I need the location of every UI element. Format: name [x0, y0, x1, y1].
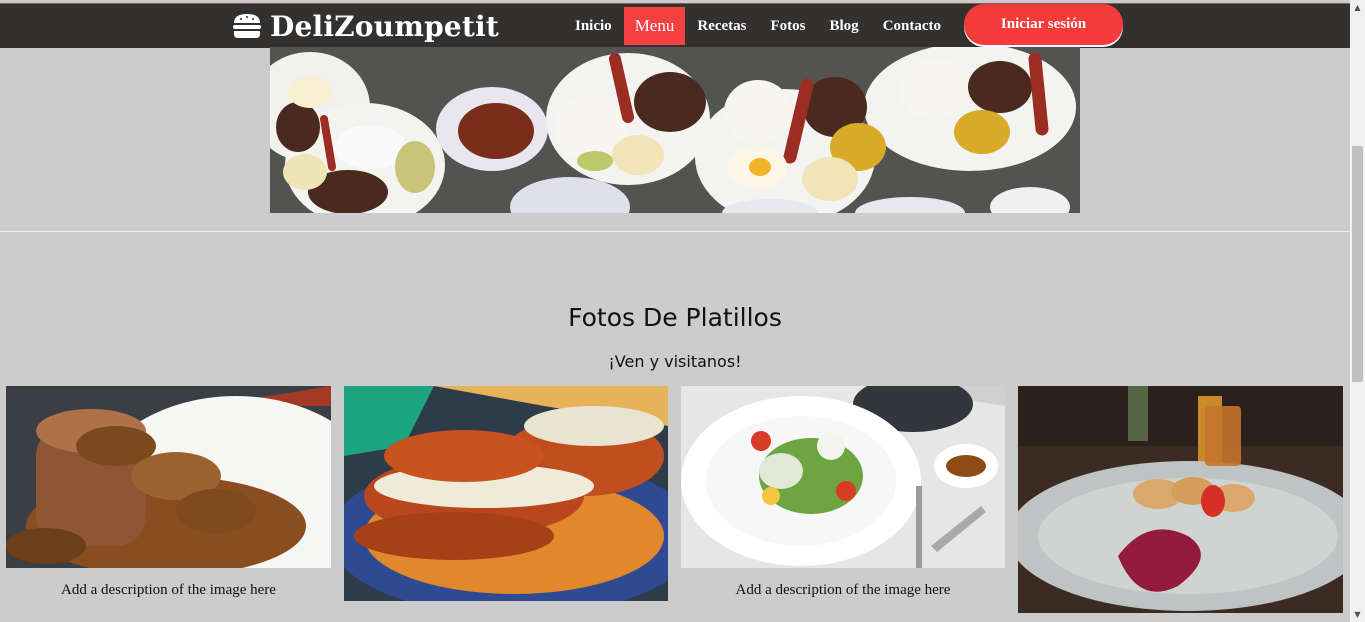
dish-photo-shrimp [1018, 386, 1343, 613]
nav-item-fotos[interactable]: Fotos [759, 7, 818, 45]
image-caption: Add a description of the image here [735, 582, 951, 598]
gallery-item[interactable] [1018, 386, 1343, 613]
gallery-item[interactable]: Add a description of the image here [681, 386, 1005, 598]
main-nav: Inicio Menu Recetas Fotos Blog Contacto [563, 7, 953, 45]
login-button[interactable]: Iniciar sesión [964, 4, 1123, 45]
nav-item-inicio[interactable]: Inicio [563, 7, 624, 45]
nav-item-blog[interactable]: Blog [818, 7, 871, 45]
scroll-thumb[interactable] [1352, 146, 1363, 382]
dish-photo-steak [6, 386, 331, 568]
nav-item-menu[interactable]: Menu [623, 7, 686, 45]
brand-name: DeliZoumpetit [270, 9, 499, 43]
gallery-item[interactable]: Add a description of the image here [6, 386, 331, 598]
burger-icon [233, 14, 261, 38]
gallery-item[interactable] [344, 386, 668, 601]
section-subtitle: ¡Ven y visitanos! [608, 352, 742, 371]
section-divider [0, 231, 1350, 232]
image-caption: Add a description of the image here [61, 582, 276, 598]
nav-item-contacto[interactable]: Contacto [871, 7, 953, 45]
scroll-up-arrow-icon[interactable]: ▲ [1350, 0, 1365, 15]
brand-logo[interactable]: DeliZoumpetit [232, 9, 499, 43]
scroll-down-arrow-icon[interactable]: ▼ [1350, 607, 1365, 622]
hero-image [270, 47, 1080, 213]
dish-photo-pambazos [344, 386, 668, 601]
dish-photo-salad [681, 386, 1005, 568]
section-title: Fotos De Platillos [568, 303, 782, 332]
page-scrollbar[interactable]: ▲ ▼ [1350, 0, 1365, 622]
nav-item-recetas[interactable]: Recetas [685, 7, 758, 45]
navbar: DeliZoumpetit Inicio Menu Recetas Fotos … [0, 3, 1350, 48]
